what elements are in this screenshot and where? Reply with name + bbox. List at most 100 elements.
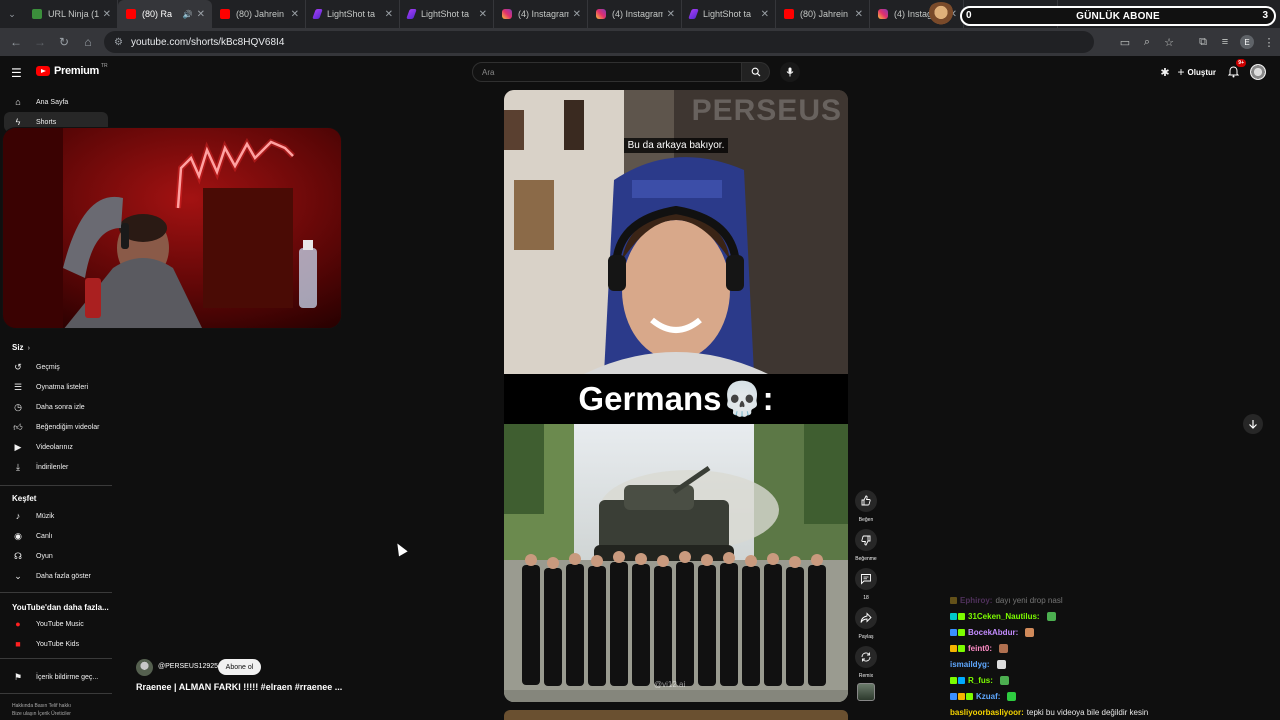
thumbs-up-icon: 👍︎	[13, 421, 23, 432]
remix-button[interactable]: Remix	[853, 646, 879, 679]
browser-tab[interactable]: (80) Jahrein ✕	[212, 0, 306, 28]
forward-button[interactable]: →	[28, 28, 52, 56]
sidebar-item-clock[interactable]: ◷ Daha sonra izle	[0, 397, 112, 417]
sidebar-item-label: Oynatma listeleri	[36, 383, 89, 391]
chat-text: dayı yeni drop nasl	[995, 595, 1063, 605]
notification-badge: 9+	[1236, 59, 1246, 67]
like-button[interactable]: Beğen	[853, 490, 879, 523]
sidebar-item-yt-kids[interactable]: ■ YouTube Kids	[0, 634, 112, 654]
subscribe-button[interactable]: Abone ol	[218, 659, 261, 675]
studio-icon[interactable]: ✱	[1160, 66, 1169, 79]
sidebar-section-you[interactable]: Siz ›	[12, 343, 30, 352]
sidebar-item-live[interactable]: ◉ Canlı	[0, 526, 112, 546]
sidebar-item-label: YouTube Kids	[36, 640, 80, 648]
create-button[interactable]: + Oluştur	[1178, 65, 1216, 79]
close-tab-icon[interactable]: ✕	[761, 9, 769, 20]
close-tab-icon[interactable]: ✕	[479, 9, 487, 20]
bookmark-star-icon[interactable]: ☆	[1158, 28, 1180, 56]
action-circle[interactable]	[855, 607, 877, 629]
sidebar-item-label: Oyun	[36, 552, 53, 560]
action-circle[interactable]	[855, 568, 877, 590]
dislike-icon	[861, 535, 871, 546]
ig-favicon-icon	[878, 9, 888, 19]
sidebar-item-label: Beğendiğim videolar	[36, 423, 100, 431]
sidebar-divider	[0, 485, 112, 486]
media-controls-icon[interactable]: ≡	[1214, 28, 1236, 56]
voice-search-button[interactable]	[780, 62, 800, 82]
tab-title: (4) Instagram	[518, 9, 569, 19]
browser-menu-icon[interactable]: ⋮	[1258, 28, 1280, 56]
chat-badge-icon	[958, 628, 965, 636]
short-title[interactable]: Rraenee | ALMAN FARKI !!!!! #elraen #rra…	[136, 682, 342, 692]
remix-sound-thumbnail[interactable]	[857, 683, 875, 701]
chat-emote-icon	[1007, 691, 1017, 701]
short-video-player[interactable]: PERSEUS Bu da arkaya bakıyor. Germans💀: …	[504, 90, 848, 702]
sidebar-item-music[interactable]: ♪ Müzik	[0, 506, 112, 526]
browser-tab[interactable]: (80) Jahrein ✕	[776, 0, 870, 28]
close-tab-icon[interactable]: ✕	[573, 9, 581, 20]
dislike-button[interactable]: Beğenme	[853, 529, 879, 562]
sidebar-item-label: Daha fazla göster	[36, 572, 91, 580]
close-tab-icon[interactable]: ✕	[103, 9, 111, 20]
notifications-button[interactable]: 9+	[1224, 59, 1246, 81]
tab-search-button[interactable]: ⌄	[0, 0, 24, 28]
close-tab-icon[interactable]: ✕	[291, 9, 299, 20]
browser-tab[interactable]: LightShot ta ✕	[400, 0, 494, 28]
sidebar-item-yt-music[interactable]: ● YouTube Music	[0, 614, 112, 634]
youtube-logo[interactable]: Premium TR	[36, 63, 108, 77]
close-tab-icon[interactable]: ✕	[197, 9, 205, 20]
share-button[interactable]: Paylaş	[853, 607, 879, 640]
back-button[interactable]: ←	[4, 28, 28, 56]
cast-icon[interactable]: ▭	[1114, 28, 1136, 56]
channel-name[interactable]: @PERSEUS12925	[158, 663, 218, 670]
address-bar[interactable]: ⚙ youtube.com/shorts/kBc8HQV68I4	[104, 31, 1094, 53]
sidebar-item-download[interactable]: ⤓ İndirilenler	[0, 457, 112, 477]
browser-tab[interactable]: LightShot ta ✕	[682, 0, 776, 28]
menu-icon[interactable]: ☰	[11, 66, 22, 80]
action-circle[interactable]	[855, 646, 877, 668]
browser-tab[interactable]: (4) Instagram ✕	[588, 0, 682, 28]
browser-tab[interactable]: (4) Instagram ✕	[494, 0, 588, 28]
streamer-webcam	[2, 127, 342, 329]
sidebar-item-history[interactable]: ↺ Geçmiş	[0, 357, 112, 377]
ig-favicon-icon	[596, 9, 606, 19]
account-avatar[interactable]	[1250, 64, 1266, 80]
sidebar-item-gaming[interactable]: ☊ Oyun	[0, 546, 112, 566]
sidebar-section-explore[interactable]: Keşfet	[12, 494, 36, 503]
sidebar-footer-links[interactable]: Bize ulaşın İçerik Üreticiler	[12, 711, 71, 717]
sidebar-footer-links[interactable]: Hakkında Basın Telif hakkı	[12, 703, 71, 709]
close-tab-icon[interactable]: ✕	[855, 9, 863, 20]
chat-emote-icon	[996, 659, 1006, 669]
extensions-icon[interactable]: ⧉	[1192, 28, 1214, 56]
reload-button[interactable]: ↻	[52, 28, 76, 56]
site-info-icon[interactable]: ⚙	[114, 37, 123, 48]
close-tab-icon[interactable]: ✕	[385, 9, 393, 20]
next-short-button[interactable]	[1243, 414, 1263, 434]
search-input[interactable]	[472, 62, 742, 82]
channel-avatar[interactable]	[136, 659, 153, 676]
sidebar-item-playlist[interactable]: ☰ Oynatma listeleri	[0, 377, 112, 397]
chat-username: feint0:	[968, 643, 992, 653]
browser-tab[interactable]: URL Ninja (1 ✕	[24, 0, 118, 28]
sidebar-item-flag[interactable]: ⚑ İçerik bildirme geç...	[0, 667, 112, 687]
audio-playing-icon[interactable]: 🔊	[183, 10, 193, 19]
browser-tab[interactable]: (80) Ra 🔊 ✕	[118, 0, 212, 28]
sidebar-item-thumbs-up[interactable]: 👍︎ Beğendiğim videolar	[0, 417, 112, 437]
profile-button[interactable]: E	[1236, 28, 1258, 56]
search-button[interactable]	[742, 62, 770, 82]
home-icon: ⌂	[15, 97, 21, 107]
sidebar-item-video[interactable]: ▶ Videolarınız	[0, 437, 112, 457]
sidebar-section-more[interactable]: YouTube'dan daha fazla...	[12, 603, 109, 612]
close-tab-icon[interactable]: ✕	[667, 9, 675, 20]
browser-tab[interactable]: LightShot ta ✕	[306, 0, 400, 28]
sidebar-item-home[interactable]: ⌂ Ana Sayfa	[0, 92, 112, 112]
action-circle[interactable]	[855, 490, 877, 512]
ninja-favicon-icon	[32, 9, 42, 19]
action-circle[interactable]	[855, 529, 877, 551]
zoom-icon[interactable]: ⌕	[1136, 28, 1158, 56]
sidebar-item-chevron-down[interactable]: ⌄ Daha fazla göster	[0, 566, 112, 586]
next-short-preview[interactable]	[504, 710, 848, 720]
sidebar-item-label: İndirilenler	[36, 463, 69, 471]
comment-button[interactable]: 18	[853, 568, 879, 601]
home-button[interactable]: ⌂	[76, 28, 100, 56]
